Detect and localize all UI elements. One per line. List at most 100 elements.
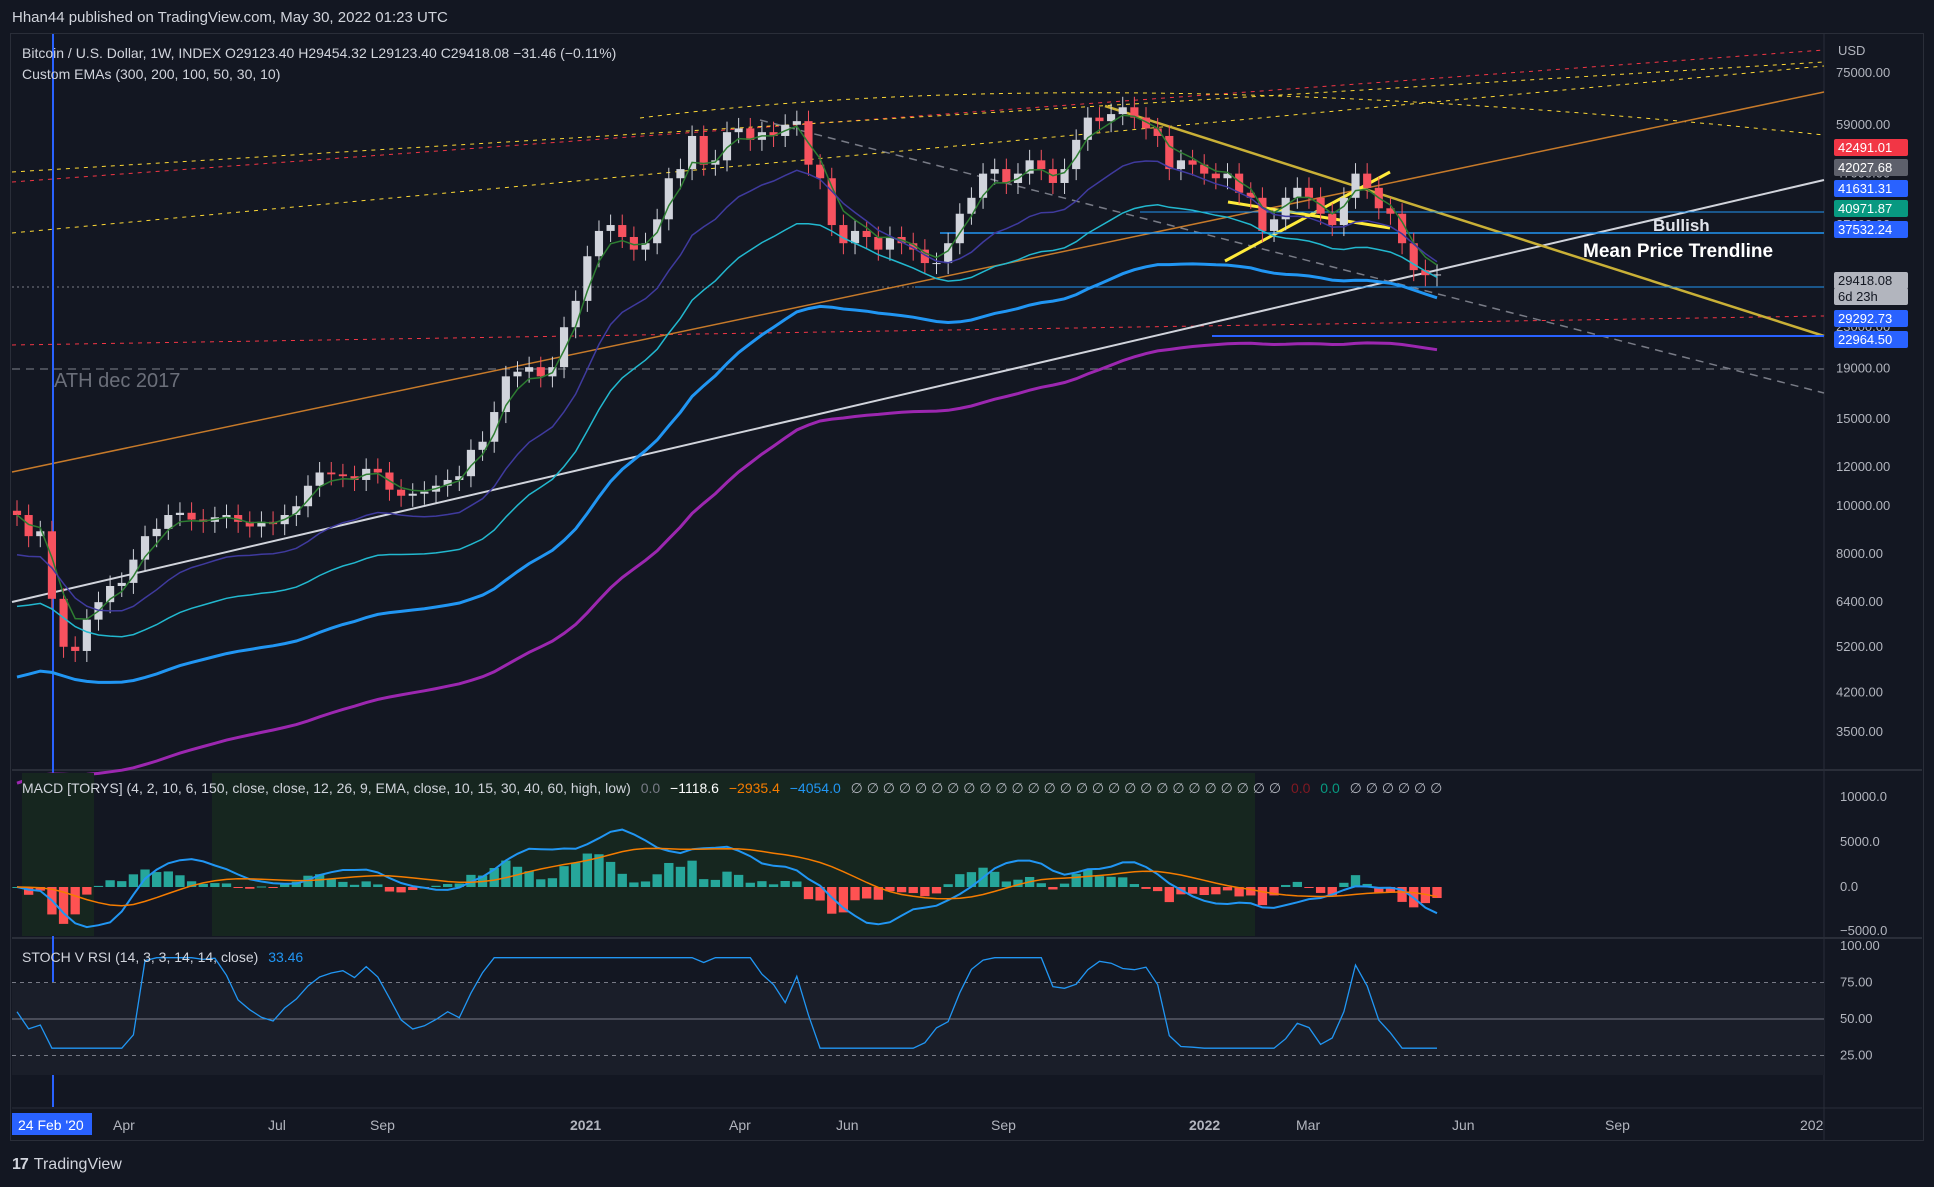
- price-badge-text: 22964.50: [1838, 332, 1892, 347]
- macd-histogram-bar: [1222, 887, 1233, 891]
- macd-histogram-bar: [210, 883, 220, 887]
- macd-histogram-bar: [780, 880, 790, 887]
- candle-body: [1316, 197, 1325, 214]
- macd-histogram-bar: [605, 861, 616, 887]
- macd-histogram-bar: [640, 881, 651, 887]
- price-badge: 29418.08: [1834, 272, 1908, 289]
- price-badge: 40971.87: [1834, 200, 1908, 217]
- descending-resistance-line: [1104, 104, 1825, 338]
- macd-histogram-bar: [1083, 869, 1093, 887]
- macd-histogram-bar: [792, 881, 802, 887]
- macd-legend[interactable]: MACD [TORYS] (4, 2, 10, 6, 150, close, c…: [22, 780, 1442, 797]
- time-tick-label: 2022: [1189, 1117, 1220, 1133]
- macd-histogram-bar: [221, 883, 232, 887]
- ema-100-line: [16, 262, 1438, 684]
- macd-histogram-bar: [687, 860, 697, 887]
- macd-histogram-bar: [920, 887, 930, 897]
- macd-histogram-bar: [582, 853, 592, 887]
- macd-value-3: −4054.0: [789, 780, 841, 796]
- footer[interactable]: 17 TradingView: [12, 1156, 122, 1174]
- macd-histogram-bar: [559, 866, 569, 887]
- mean-price-trendline-annotation[interactable]: Mean Price Trendline: [1583, 241, 1773, 263]
- macd-histogram-bar: [699, 879, 709, 887]
- macd-histogram-bar: [745, 882, 755, 887]
- stoch-rsi-legend[interactable]: STOCH V RSI (14, 3, 3, 14, 14, close) 33…: [22, 949, 303, 965]
- price-badge-text: 29418.08: [1838, 273, 1892, 288]
- ath-dec-2017-annotation[interactable]: ATH dec 2017: [54, 370, 180, 393]
- time-tick-label: Jul: [268, 1117, 286, 1133]
- macd-histogram-bar: [955, 874, 965, 887]
- candle-body: [1304, 187, 1314, 198]
- candle-body: [536, 367, 545, 377]
- ema-legend[interactable]: Custom EMAs (300, 200, 100, 50, 30, 10): [22, 66, 280, 82]
- time-tick-label: Apr: [729, 1117, 751, 1133]
- candle-body: [525, 367, 534, 372]
- price-tick-label: 4200.00: [1836, 685, 1883, 700]
- candle-body: [932, 263, 941, 265]
- macd-histogram-bar: [710, 879, 721, 887]
- candle-body: [1176, 160, 1186, 170]
- tradingview-logo-icon: 17: [12, 1156, 29, 1173]
- macd-value-2: −2935.4: [728, 780, 780, 796]
- macd-histogram-bar: [1153, 887, 1163, 892]
- macd-histogram-bar: [338, 881, 348, 887]
- channel-lower-dashed-red: [11, 315, 1825, 346]
- macd-histogram-bar: [396, 887, 406, 893]
- macd-histogram-bar: [1339, 882, 1349, 887]
- macd-histogram-bar: [571, 862, 581, 887]
- price-chart[interactable]: USD75000.0059000.0047000.0037000.0029000…: [0, 0, 1934, 1187]
- macd-empty-values-2: ∅ ∅ ∅ ∅ ∅ ∅: [1349, 780, 1443, 796]
- macd-histogram-bar: [1129, 884, 1140, 887]
- macd-histogram-bar: [93, 885, 104, 887]
- macd-histogram-bar: [128, 874, 139, 887]
- macd-histogram-bar: [431, 885, 441, 887]
- macd-histogram-bar: [1281, 884, 1291, 887]
- symbol-legend[interactable]: Bitcoin / U.S. Dollar, 1W, INDEX O29123.…: [22, 45, 616, 61]
- candle-body: [71, 646, 80, 651]
- macd-tick-label: −5000.0: [1840, 923, 1887, 938]
- price-badge: 29292.73: [1834, 310, 1908, 327]
- mean-price-trendline: [11, 179, 1825, 603]
- macd-histogram-bar: [803, 887, 814, 900]
- macd-histogram-bar: [1350, 875, 1361, 887]
- time-tick-label: Apr: [113, 1117, 135, 1133]
- macd-histogram-bar: [1211, 887, 1221, 895]
- stoch-tick-label: 75.00: [1840, 975, 1873, 990]
- macd-histogram-bar: [349, 884, 360, 887]
- macd-histogram-bar: [664, 862, 674, 887]
- ema-30-line: [16, 160, 1438, 612]
- price-tick-label: 5200.00: [1836, 639, 1883, 654]
- macd-histogram-bar: [512, 866, 523, 887]
- macd-histogram-bar: [862, 887, 872, 899]
- candle-body: [1211, 173, 1220, 179]
- candle-body: [1118, 107, 1127, 115]
- macd-histogram-bar: [768, 884, 779, 887]
- macd-histogram-bar: [1118, 877, 1128, 887]
- candle-body: [12, 510, 22, 516]
- candle-body: [734, 128, 743, 133]
- stoch-tick-label: 50.00: [1840, 1011, 1873, 1026]
- macd-histogram-bar: [1071, 873, 1081, 887]
- stoch-tick-label: 100.00: [1840, 938, 1880, 953]
- price-badge-text: 6d 23h: [1838, 289, 1878, 304]
- candle-body: [1363, 173, 1372, 188]
- macd-bg-zone: [22, 773, 94, 936]
- candle-body: [1060, 169, 1069, 183]
- candle-body: [792, 121, 801, 125]
- candle-body: [583, 256, 592, 301]
- price-badge: 37532.24: [1834, 221, 1908, 238]
- macd-histogram-bar: [536, 879, 546, 887]
- candles: [12, 96, 1442, 662]
- macd-tick-label: 0.0: [1840, 879, 1858, 894]
- candle-body: [187, 512, 196, 520]
- candle-body: [559, 327, 569, 368]
- bullish-annotation[interactable]: Bullish: [1653, 216, 1710, 236]
- candle-body: [82, 619, 91, 651]
- channel-upper-dashed-red: [11, 49, 1825, 183]
- macd-histogram-bar: [1315, 887, 1326, 893]
- macd-histogram-bar: [675, 866, 686, 887]
- macd-histogram-bar: [384, 887, 395, 892]
- macd-histogram-bar: [117, 881, 127, 887]
- macd-histogram-bar: [501, 860, 511, 887]
- macd-empty-values: ∅ ∅ ∅ ∅ ∅ ∅ ∅ ∅ ∅ ∅ ∅ ∅ ∅ ∅ ∅ ∅ ∅ ∅ ∅ ∅ …: [850, 780, 1282, 796]
